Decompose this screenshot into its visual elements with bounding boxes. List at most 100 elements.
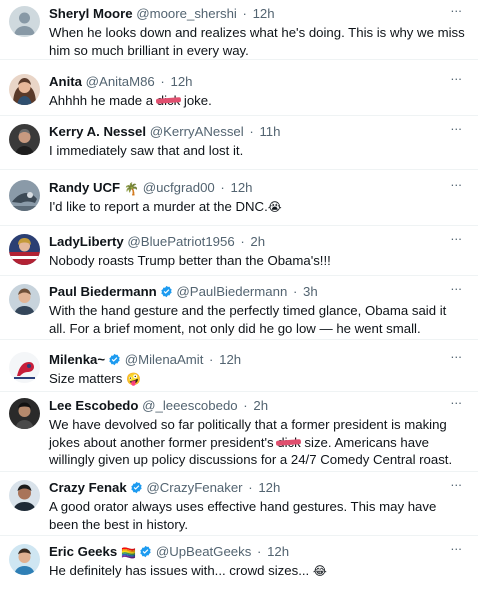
verified-badge-icon — [139, 545, 152, 558]
display-name[interactable]: Anita — [49, 74, 82, 89]
reply-item[interactable]: Sheryl Moore @moore_shershi · 12h ··· Wh… — [0, 0, 478, 60]
avatar[interactable] — [9, 124, 40, 155]
separator: · — [209, 352, 214, 367]
reply-text-content: He definitely has issues with... crowd s… — [49, 563, 313, 578]
separator: · — [243, 398, 248, 413]
user-handle[interactable]: @_leeescobedo — [142, 398, 238, 413]
avatar[interactable] — [9, 398, 40, 429]
timestamp[interactable]: 12h — [219, 352, 241, 367]
verified-badge-icon — [108, 353, 121, 366]
crying-face-icon: 😭 — [267, 200, 282, 214]
timestamp[interactable]: 12h — [231, 180, 253, 195]
user-handle[interactable]: @PaulBiedermann — [176, 284, 287, 299]
reply-text-content: Nobody roasts Trump better than the Obam… — [49, 253, 331, 268]
reply-header: Eric Geeks 🏳️‍🌈 @UpBeatGeeks · 12h — [49, 543, 448, 561]
reply-header: LadyLiberty @BluePatriot1956 · 2h — [49, 233, 448, 251]
reply-text: We have devolved so far politically that… — [49, 416, 466, 469]
reply-header: Paul Biedermann @PaulBiedermann · 3h — [49, 283, 448, 301]
timestamp[interactable]: 11h — [259, 124, 280, 139]
reply-item[interactable]: Kerry A. Nessel @KerryANessel · 11h ··· … — [0, 118, 478, 170]
more-options-icon[interactable]: ··· — [448, 178, 464, 192]
reply-item[interactable]: LadyLiberty @BluePatriot1956 · 2h ··· No… — [0, 228, 478, 276]
display-name[interactable]: Eric Geeks — [49, 544, 117, 559]
reply-item[interactable]: Milenka~ @MilenaAmit · 12h ··· Size matt… — [0, 346, 478, 392]
reply-header: Crazy Fenak @CrazyFenaker · 12h — [49, 479, 448, 497]
user-handle[interactable]: @MilenaAmit — [125, 352, 204, 367]
avatar[interactable] — [9, 234, 40, 265]
display-name[interactable]: Milenka~ — [49, 352, 105, 367]
timestamp[interactable]: 12h — [258, 480, 280, 495]
display-name[interactable]: Sheryl Moore — [49, 6, 133, 21]
display-name[interactable]: Kerry A. Nessel — [49, 124, 146, 139]
user-handle[interactable]: @AnitaM86 — [86, 74, 155, 89]
more-options-icon[interactable]: ··· — [448, 232, 464, 246]
reply-header: Anita @AnitaM86 · 12h — [49, 73, 448, 91]
avatar[interactable] — [9, 180, 40, 211]
reply-text-content: Ahhhh he made a — [49, 93, 157, 108]
reply-text: When he looks down and realizes what he'… — [49, 24, 466, 59]
timestamp[interactable]: 12h — [253, 6, 275, 21]
reply-item[interactable]: Anita @AnitaM86 · 12h ··· Ahhhh he made … — [0, 68, 478, 116]
separator: · — [248, 480, 253, 495]
timestamp[interactable]: 2h — [250, 234, 265, 249]
reply-text: Nobody roasts Trump better than the Obam… — [49, 252, 466, 270]
separator: · — [220, 180, 225, 195]
avatar[interactable] — [9, 352, 40, 383]
display-name[interactable]: Paul Biedermann — [49, 284, 157, 299]
more-options-icon[interactable]: ··· — [448, 396, 464, 410]
avatar[interactable] — [9, 480, 40, 511]
rainbow-flag-icon: 🏳️‍🌈 — [121, 546, 137, 560]
more-options-icon[interactable]: ··· — [448, 350, 464, 364]
reply-header: Lee Escobedo @_leeescobedo · 2h — [49, 397, 448, 415]
display-name[interactable]: Crazy Fenak — [49, 480, 127, 495]
user-handle[interactable]: @ucfgrad00 — [143, 180, 215, 195]
separator: · — [240, 234, 245, 249]
reply-text-content: I'd like to report a murder at the DNC. — [49, 199, 268, 214]
reply-item[interactable]: Lee Escobedo @_leeescobedo · 2h ··· We h… — [0, 392, 478, 472]
more-options-icon[interactable]: ··· — [448, 542, 464, 556]
palm-tree-icon: 🌴 — [124, 182, 140, 196]
reply-item[interactable]: Paul Biedermann @PaulBiedermann · 3h ···… — [0, 278, 478, 340]
reply-text: A good orator always uses effective hand… — [49, 498, 466, 533]
tears-of-joy-icon: 😂 — [312, 564, 327, 578]
reply-text: Size matters 🤪 — [49, 370, 466, 389]
reply-item[interactable]: Eric Geeks 🏳️‍🌈 @UpBeatGeeks · 12h ··· He… — [0, 538, 478, 600]
avatar[interactable] — [9, 74, 40, 105]
display-name[interactable]: LadyLiberty — [49, 234, 124, 249]
more-options-icon[interactable]: ··· — [448, 72, 464, 86]
reply-item[interactable]: Randy UCF 🌴 @ucfgrad00 · 12h ··· I'd like… — [0, 174, 478, 226]
verified-badge-icon — [160, 285, 173, 298]
user-handle[interactable]: @CrazyFenaker — [146, 480, 242, 495]
timestamp[interactable]: 2h — [253, 398, 268, 413]
display-name[interactable]: Randy UCF — [49, 180, 120, 195]
reply-text-content: Size matters — [49, 371, 126, 386]
reply-item[interactable]: Crazy Fenak @CrazyFenaker · 12h ··· A go… — [0, 474, 478, 536]
more-options-icon[interactable]: ··· — [448, 478, 464, 492]
reply-header: Kerry A. Nessel @KerryANessel · 11h — [49, 123, 448, 141]
more-options-icon[interactable]: ··· — [448, 4, 464, 18]
display-name[interactable]: Lee Escobedo — [49, 398, 138, 413]
user-handle[interactable]: @moore_shershi — [136, 6, 237, 21]
avatar[interactable] — [9, 6, 40, 37]
reply-text-content: joke. — [180, 93, 212, 108]
user-handle[interactable]: @BluePatriot1956 — [127, 234, 234, 249]
reply-header: Randy UCF 🌴 @ucfgrad00 · 12h — [49, 179, 448, 197]
avatar[interactable] — [9, 284, 40, 315]
reply-text: Ahhhh he made a dick joke. — [49, 92, 466, 110]
avatar[interactable] — [9, 544, 40, 575]
timestamp[interactable]: 12h — [267, 544, 289, 559]
reply-header: Sheryl Moore @moore_shershi · 12h — [49, 5, 448, 23]
more-options-icon[interactable]: ··· — [448, 122, 464, 136]
reply-text: He definitely has issues with... crowd s… — [49, 562, 466, 581]
user-handle[interactable]: @UpBeatGeeks — [156, 544, 252, 559]
timestamp[interactable]: 3h — [303, 284, 318, 299]
user-handle[interactable]: @KerryANessel — [150, 124, 244, 139]
reply-text-content: With the hand gesture and the perfectly … — [49, 303, 447, 336]
separator: · — [160, 74, 165, 89]
separator: · — [256, 544, 262, 559]
timestamp[interactable]: 12h — [171, 74, 193, 89]
reply-text: With the hand gesture and the perfectly … — [49, 302, 466, 337]
reply-text: I'd like to report a murder at the DNC.😭 — [49, 198, 466, 217]
censored-word: dick — [277, 434, 301, 450]
more-options-icon[interactable]: ··· — [448, 282, 464, 296]
